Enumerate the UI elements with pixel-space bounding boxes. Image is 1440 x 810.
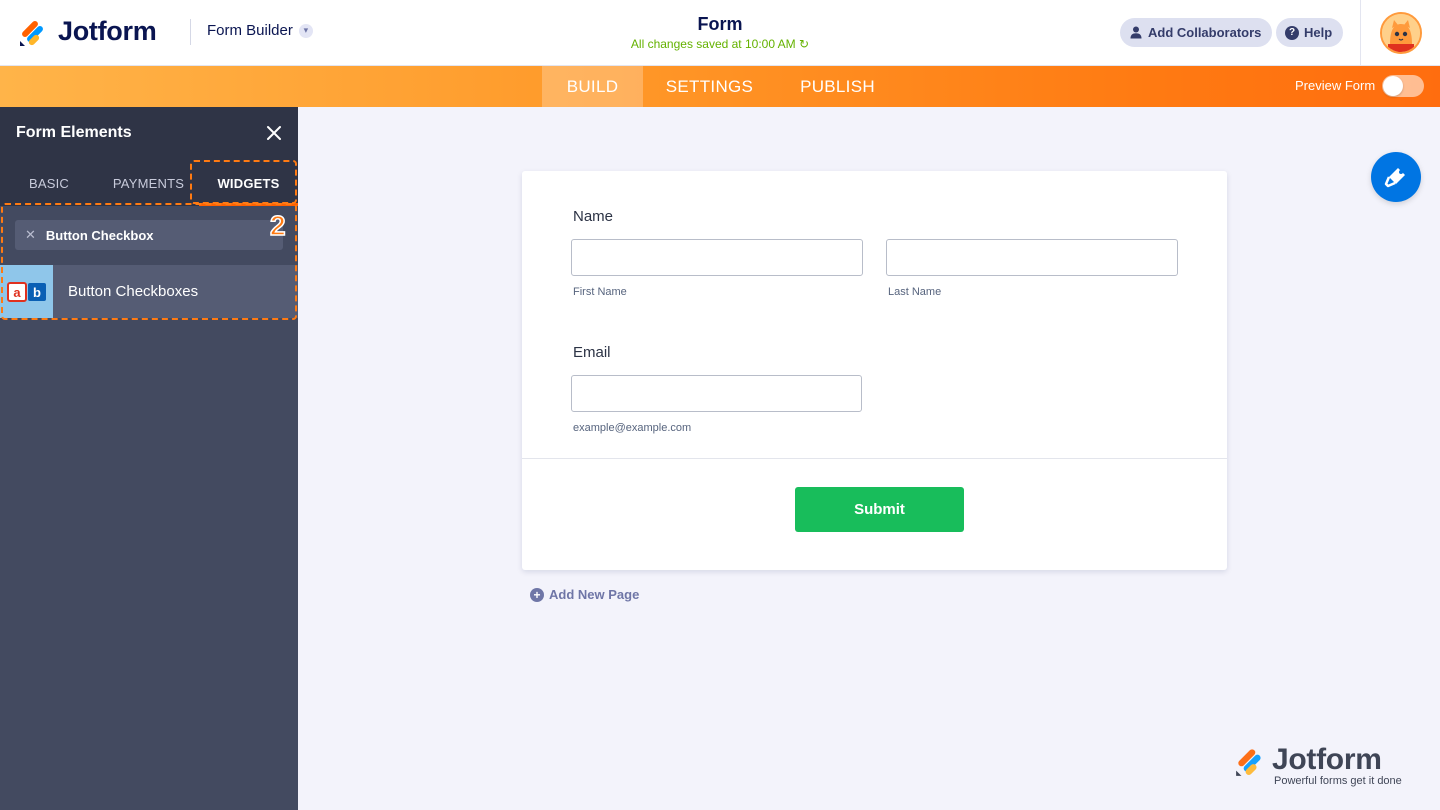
email-sublabel: example@example.com [573, 422, 692, 434]
submit-button[interactable]: Submit [795, 487, 964, 532]
help-button[interactable]: ? Help [1276, 18, 1344, 47]
form-divider [522, 458, 1227, 459]
email-field-label[interactable]: Email [573, 344, 611, 361]
save-status-text: All changes saved at 10:00 AM [630, 37, 796, 51]
form-card: Name First Name Last Name Email example@… [522, 171, 1227, 570]
add-collaborators-button[interactable]: Add Collaborators [1120, 18, 1273, 47]
tab-payments[interactable]: PAYMENTS [98, 160, 199, 206]
panel-header: Form Elements [0, 107, 298, 160]
jotform-watermark-icon [1236, 749, 1261, 776]
panel-title: Form Elements [16, 124, 132, 141]
user-avatar[interactable] [1380, 12, 1422, 54]
email-input[interactable] [571, 375, 862, 412]
watermark-tagline: Powerful forms get it done [1274, 775, 1402, 787]
tab-build[interactable]: BUILD [542, 66, 643, 107]
question-mark-icon: ? [1285, 25, 1299, 40]
toggle-knob [1383, 76, 1403, 96]
preview-form-label: Preview Form [1295, 78, 1376, 93]
user-icon [1129, 26, 1143, 40]
last-name-sublabel: Last Name [888, 286, 942, 298]
annotation-highlight-result [1, 203, 297, 320]
refresh-icon: ↻ [799, 37, 810, 51]
preview-form-toggle[interactable] [1382, 75, 1424, 97]
watermark-brand: Jotform [1272, 743, 1382, 776]
add-new-page-button[interactable]: + Add New Page [530, 587, 639, 602]
first-name-input[interactable] [571, 239, 863, 276]
annotation-step-number: 2 [269, 209, 286, 242]
header-divider-right [1360, 0, 1361, 66]
close-icon[interactable] [265, 124, 283, 142]
add-collaborators-label: Add Collaborators [1148, 25, 1262, 40]
cat-avatar-icon [1382, 14, 1420, 52]
plus-icon: + [530, 587, 544, 602]
tab-publish[interactable]: PUBLISH [790, 66, 885, 107]
paint-roller-icon [1384, 168, 1405, 188]
form-designer-button[interactable] [1371, 152, 1421, 202]
builder-nav-bar: BUILD SETTINGS PUBLISH Preview Form [0, 66, 1440, 107]
help-label: Help [1304, 25, 1333, 40]
tab-settings[interactable]: SETTINGS [652, 66, 767, 107]
add-new-page-label: Add New Page [549, 587, 640, 602]
tab-basic[interactable]: BASIC [0, 160, 98, 206]
top-header: Jotform Form Builder ▾ Form All changes … [0, 0, 1440, 66]
first-name-sublabel: First Name [573, 286, 627, 298]
last-name-input[interactable] [886, 239, 1178, 276]
name-field-label[interactable]: Name [573, 208, 613, 225]
annotation-highlight-tab [190, 160, 297, 204]
jotform-watermark: Jotform Powerful forms get it done [1234, 745, 1402, 787]
